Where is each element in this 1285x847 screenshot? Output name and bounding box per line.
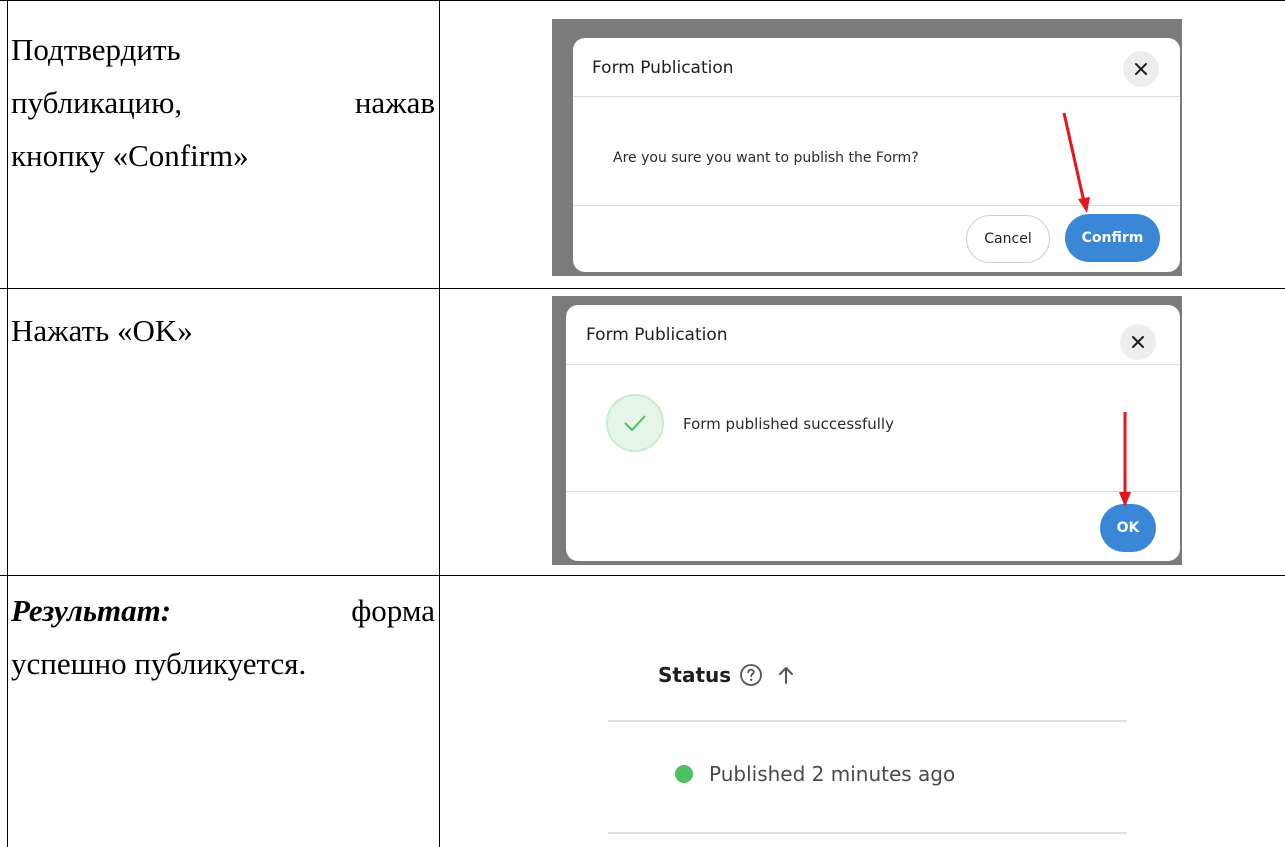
row1-line3: кнопку «Confirm» <box>11 138 249 173</box>
sort-ascending-icon[interactable] <box>777 665 795 685</box>
status-value: Published 2 minutes ago <box>709 762 956 786</box>
row3-line1: Результат: форма <box>11 584 435 637</box>
row1-line2-left: публикацию, <box>11 85 183 120</box>
row2-line1: Нажать «OK» <box>11 313 193 348</box>
table-border-top <box>0 0 1285 1</box>
status-header[interactable]: Status <box>658 663 795 687</box>
close-icon <box>1135 63 1147 75</box>
row1-line2: публикацию, нажав <box>11 76 435 129</box>
result-label: Результат: <box>11 593 172 628</box>
confirm-screenshot: Form Publication Are you sure you want t… <box>552 19 1182 276</box>
published-status-dot <box>675 765 693 783</box>
checkmark-icon <box>624 415 646 432</box>
dialog-header-divider <box>573 96 1180 97</box>
row1-instruction: Подтвердить публикацию, нажав кнопку «Co… <box>11 23 435 182</box>
table-row-divider-1 <box>0 288 1285 289</box>
close-icon <box>1132 336 1144 348</box>
status-row: Published 2 minutes ago <box>675 762 955 786</box>
success-message: Form published successfully <box>683 415 894 433</box>
row3-result: Результат: форма успешно публикуется. <box>11 584 435 690</box>
status-header-label: Status <box>658 663 732 687</box>
row2-instruction: Нажать «OK» <box>11 304 193 357</box>
cancel-button[interactable]: Cancel <box>966 215 1050 263</box>
dialog-message: Are you sure you want to publish the For… <box>613 150 919 166</box>
dialog-footer-divider <box>566 491 1180 492</box>
ok-button[interactable]: OK <box>1100 504 1156 552</box>
help-icon[interactable] <box>739 663 763 687</box>
status-row-divider <box>608 832 1127 834</box>
dialog-footer-divider <box>573 205 1180 206</box>
success-screenshot: Form Publication Form published successf… <box>552 296 1182 565</box>
dialog-title: Form Publication <box>586 325 728 345</box>
close-button[interactable] <box>1120 324 1156 360</box>
confirm-dialog: Form Publication Are you sure you want t… <box>573 38 1180 272</box>
table-column-divider <box>439 0 440 847</box>
dialog-header-divider <box>566 364 1180 365</box>
result-word: форма <box>351 593 435 628</box>
row3-line2: успешно публикуется. <box>11 646 307 681</box>
status-header-divider <box>608 720 1127 722</box>
table-border-left <box>7 0 8 847</box>
success-icon <box>606 394 664 452</box>
success-dialog: Form Publication Form published successf… <box>566 305 1180 561</box>
confirm-button[interactable]: Confirm <box>1065 214 1160 262</box>
dialog-title: Form Publication <box>592 58 734 78</box>
row1-line1: Подтвердить <box>11 32 181 67</box>
row1-line2-right: нажав <box>354 85 435 120</box>
close-button[interactable] <box>1123 51 1159 87</box>
table-row-divider-2 <box>0 575 1285 576</box>
